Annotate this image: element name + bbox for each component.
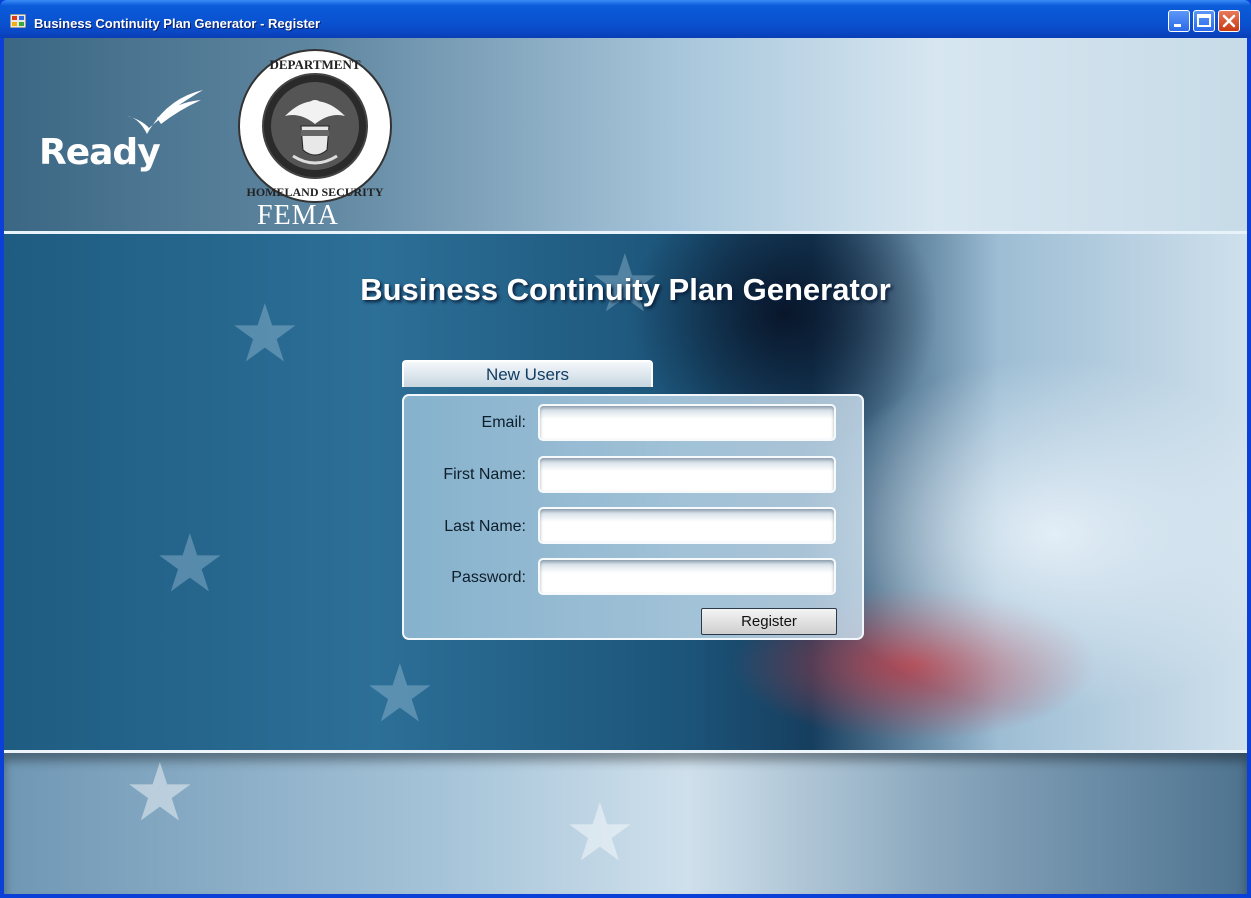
- tab-new-users[interactable]: New Users: [402, 360, 653, 387]
- register-button[interactable]: Register: [701, 608, 837, 635]
- star-decoration: ★: [124, 748, 196, 837]
- app-icon: [10, 14, 26, 28]
- window-title: Business Continuity Plan Generator - Reg…: [34, 16, 321, 31]
- last-name-field[interactable]: [538, 507, 836, 544]
- email-field[interactable]: [538, 404, 836, 441]
- first-name-field[interactable]: [538, 456, 836, 493]
- minimize-button[interactable]: [1168, 10, 1190, 32]
- footer-banner: ★ ★: [4, 753, 1247, 894]
- close-icon: [1222, 14, 1236, 28]
- first-name-label: First Name:: [443, 466, 526, 483]
- client-area: Ready DEPARTMENT HOMELAND SECURITY FEMA …: [4, 38, 1247, 894]
- svg-text:DEPARTMENT: DEPARTMENT: [269, 57, 360, 72]
- page-title: Business Continuity Plan Generator: [360, 272, 891, 307]
- email-label: Email:: [481, 414, 526, 431]
- password-label: Password:: [451, 569, 526, 586]
- dhs-seal: DEPARTMENT HOMELAND SECURITY: [238, 49, 392, 203]
- star-decoration: ★: [564, 788, 636, 877]
- svg-text:HOMELAND SECURITY: HOMELAND SECURITY: [246, 185, 383, 199]
- registration-panel: Email: First Name: Last Name: Password: …: [402, 394, 864, 640]
- star-decoration: ★: [154, 519, 226, 608]
- title-bar[interactable]: Business Continuity Plan Generator - Reg…: [0, 0, 1251, 38]
- ready-logo: Ready: [39, 88, 229, 178]
- checkmark-icon: [127, 90, 203, 134]
- header-banner: Ready DEPARTMENT HOMELAND SECURITY FEMA: [4, 38, 1247, 231]
- maximize-button[interactable]: [1193, 10, 1215, 32]
- fema-logo-text: FEMA: [257, 200, 339, 231]
- app-window: Business Continuity Plan Generator - Reg…: [0, 0, 1251, 898]
- password-field[interactable]: [538, 558, 836, 595]
- last-name-label: Last Name:: [444, 518, 526, 535]
- ready-logo-text: Ready: [39, 132, 161, 173]
- maximize-icon: [1197, 14, 1211, 27]
- star-decoration: ★: [364, 649, 436, 738]
- minimize-icon: [1174, 24, 1181, 27]
- close-button[interactable]: [1218, 10, 1240, 32]
